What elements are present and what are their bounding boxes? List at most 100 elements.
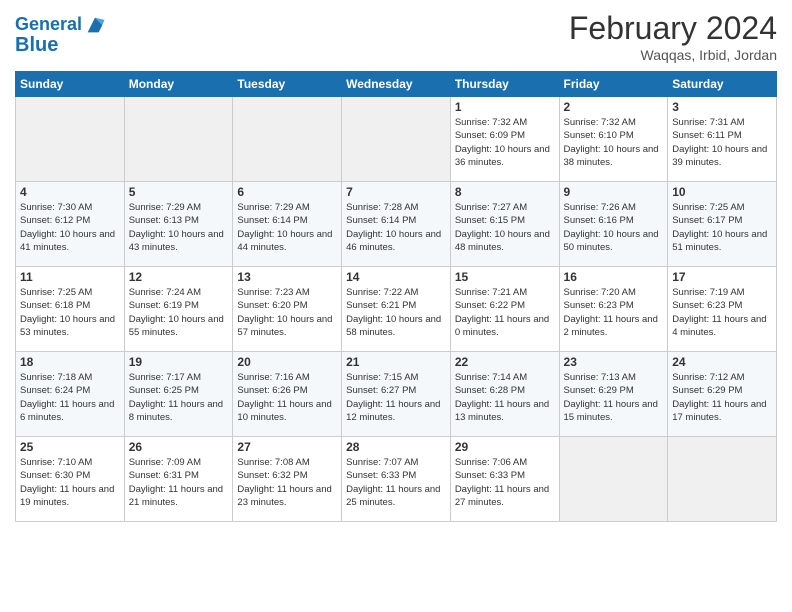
calendar-cell: 15 Sunrise: 7:21 AMSunset: 6:22 PMDayligh…	[450, 267, 559, 352]
day-number: 12	[129, 270, 229, 284]
calendar-week-row: 25 Sunrise: 7:10 AMSunset: 6:30 PMDayligh…	[16, 437, 777, 522]
day-number: 22	[455, 355, 555, 369]
day-number: 25	[20, 440, 120, 454]
day-info: Sunrise: 7:23 AMSunset: 6:20 PMDaylight:…	[237, 286, 337, 339]
day-number: 14	[346, 270, 446, 284]
weekday-header-cell: Thursday	[450, 72, 559, 97]
weekday-header-cell: Sunday	[16, 72, 125, 97]
day-info: Sunrise: 7:26 AMSunset: 6:16 PMDaylight:…	[564, 201, 664, 254]
calendar-cell: 21 Sunrise: 7:15 AMSunset: 6:27 PMDayligh…	[342, 352, 451, 437]
day-info: Sunrise: 7:15 AMSunset: 6:27 PMDaylight:…	[346, 371, 446, 424]
calendar-cell	[16, 97, 125, 182]
calendar-cell: 28 Sunrise: 7:07 AMSunset: 6:33 PMDayligh…	[342, 437, 451, 522]
weekday-header-cell: Monday	[124, 72, 233, 97]
calendar-week-row: 11 Sunrise: 7:25 AMSunset: 6:18 PMDayligh…	[16, 267, 777, 352]
day-info: Sunrise: 7:25 AMSunset: 6:18 PMDaylight:…	[20, 286, 120, 339]
day-number: 21	[346, 355, 446, 369]
day-number: 26	[129, 440, 229, 454]
day-info: Sunrise: 7:32 AMSunset: 6:10 PMDaylight:…	[564, 116, 664, 169]
day-number: 27	[237, 440, 337, 454]
day-info: Sunrise: 7:32 AMSunset: 6:09 PMDaylight:…	[455, 116, 555, 169]
day-info: Sunrise: 7:07 AMSunset: 6:33 PMDaylight:…	[346, 456, 446, 509]
day-info: Sunrise: 7:10 AMSunset: 6:30 PMDaylight:…	[20, 456, 120, 509]
header: General Blue February 2024 Waqqas, Irbid…	[15, 10, 777, 63]
calendar-cell: 24 Sunrise: 7:12 AMSunset: 6:29 PMDayligh…	[668, 352, 777, 437]
calendar-cell: 1 Sunrise: 7:32 AMSunset: 6:09 PMDaylight…	[450, 97, 559, 182]
weekday-header-cell: Wednesday	[342, 72, 451, 97]
day-number: 15	[455, 270, 555, 284]
calendar-cell	[668, 437, 777, 522]
calendar-body: 1 Sunrise: 7:32 AMSunset: 6:09 PMDaylight…	[16, 97, 777, 522]
calendar-cell: 8 Sunrise: 7:27 AMSunset: 6:15 PMDaylight…	[450, 182, 559, 267]
day-info: Sunrise: 7:24 AMSunset: 6:19 PMDaylight:…	[129, 286, 229, 339]
day-info: Sunrise: 7:30 AMSunset: 6:12 PMDaylight:…	[20, 201, 120, 254]
day-number: 28	[346, 440, 446, 454]
day-number: 1	[455, 100, 555, 114]
day-number: 9	[564, 185, 664, 199]
calendar-cell: 17Sunrise: 7:19 AMSunset: 6:23 PMDayligh…	[668, 267, 777, 352]
day-info: Sunrise: 7:06 AMSunset: 6:33 PMDaylight:…	[455, 456, 555, 509]
calendar-cell	[233, 97, 342, 182]
day-number: 16	[564, 270, 664, 284]
day-info: Sunrise: 7:29 AMSunset: 6:13 PMDaylight:…	[129, 201, 229, 254]
day-info: Sunrise: 7:13 AMSunset: 6:29 PMDaylight:…	[564, 371, 664, 424]
day-number: 8	[455, 185, 555, 199]
day-info: Sunrise: 7:27 AMSunset: 6:15 PMDaylight:…	[455, 201, 555, 254]
day-info: Sunrise: 7:22 AMSunset: 6:21 PMDaylight:…	[346, 286, 446, 339]
calendar-cell: 2 Sunrise: 7:32 AMSunset: 6:10 PMDaylight…	[559, 97, 668, 182]
calendar-cell: 13 Sunrise: 7:23 AMSunset: 6:20 PMDayligh…	[233, 267, 342, 352]
location: Waqqas, Irbid, Jordan	[569, 47, 777, 63]
calendar-cell: 18Sunrise: 7:18 AMSunset: 6:24 PMDayligh…	[16, 352, 125, 437]
day-number: 11	[20, 270, 120, 284]
calendar-cell	[342, 97, 451, 182]
day-number: 24	[672, 355, 772, 369]
day-number: 4	[20, 185, 120, 199]
day-info: Sunrise: 7:20 AMSunset: 6:23 PMDaylight:…	[564, 286, 664, 339]
calendar-table: SundayMondayTuesdayWednesdayThursdayFrid…	[15, 71, 777, 522]
calendar-cell: 23 Sunrise: 7:13 AMSunset: 6:29 PMDayligh…	[559, 352, 668, 437]
calendar-cell	[124, 97, 233, 182]
calendar-cell: 25 Sunrise: 7:10 AMSunset: 6:30 PMDayligh…	[16, 437, 125, 522]
page-container: General Blue February 2024 Waqqas, Irbid…	[0, 0, 792, 532]
calendar-cell: 4 Sunrise: 7:30 AMSunset: 6:12 PMDaylight…	[16, 182, 125, 267]
title-block: February 2024 Waqqas, Irbid, Jordan	[569, 10, 777, 63]
calendar-cell: 16 Sunrise: 7:20 AMSunset: 6:23 PMDayligh…	[559, 267, 668, 352]
day-info: Sunrise: 7:21 AMSunset: 6:22 PMDaylight:…	[455, 286, 555, 339]
day-info: Sunrise: 7:16 AMSunset: 6:26 PMDaylight:…	[237, 371, 337, 424]
calendar-cell: 6 Sunrise: 7:29 AMSunset: 6:14 PMDaylight…	[233, 182, 342, 267]
day-info: Sunrise: 7:31 AMSunset: 6:11 PMDaylight:…	[672, 116, 772, 169]
day-info: Sunrise: 7:19 AMSunset: 6:23 PMDaylight:…	[672, 286, 772, 339]
weekday-header-cell: Saturday	[668, 72, 777, 97]
logo: General Blue	[15, 14, 106, 56]
calendar-cell: 11 Sunrise: 7:25 AMSunset: 6:18 PMDayligh…	[16, 267, 125, 352]
day-number: 23	[564, 355, 664, 369]
day-number: 6	[237, 185, 337, 199]
calendar-cell: 9 Sunrise: 7:26 AMSunset: 6:16 PMDaylight…	[559, 182, 668, 267]
calendar-cell: 27Sunrise: 7:08 AMSunset: 6:32 PMDayligh…	[233, 437, 342, 522]
day-info: Sunrise: 7:09 AMSunset: 6:31 PMDaylight:…	[129, 456, 229, 509]
calendar-cell: 12 Sunrise: 7:24 AMSunset: 6:19 PMDayligh…	[124, 267, 233, 352]
calendar-cell: 22 Sunrise: 7:14 AMSunset: 6:28 PMDayligh…	[450, 352, 559, 437]
calendar-cell: 29 Sunrise: 7:06 AMSunset: 6:33 PMDayligh…	[450, 437, 559, 522]
month-title: February 2024	[569, 10, 777, 47]
day-number: 2	[564, 100, 664, 114]
calendar-cell: 26 Sunrise: 7:09 AMSunset: 6:31 PMDayligh…	[124, 437, 233, 522]
day-info: Sunrise: 7:25 AMSunset: 6:17 PMDaylight:…	[672, 201, 772, 254]
logo-icon	[84, 14, 106, 36]
calendar-cell: 7Sunrise: 7:28 AMSunset: 6:14 PMDaylight…	[342, 182, 451, 267]
calendar-cell	[559, 437, 668, 522]
day-info: Sunrise: 7:29 AMSunset: 6:14 PMDaylight:…	[237, 201, 337, 254]
day-info: Sunrise: 7:17 AMSunset: 6:25 PMDaylight:…	[129, 371, 229, 424]
calendar-week-row: 18Sunrise: 7:18 AMSunset: 6:24 PMDayligh…	[16, 352, 777, 437]
calendar-cell: 19Sunrise: 7:17 AMSunset: 6:25 PMDayligh…	[124, 352, 233, 437]
day-number: 13	[237, 270, 337, 284]
calendar-cell: 20 Sunrise: 7:16 AMSunset: 6:26 PMDayligh…	[233, 352, 342, 437]
day-info: Sunrise: 7:18 AMSunset: 6:24 PMDaylight:…	[20, 371, 120, 424]
logo-text: General	[15, 15, 82, 35]
day-info: Sunrise: 7:14 AMSunset: 6:28 PMDaylight:…	[455, 371, 555, 424]
weekday-header-cell: Tuesday	[233, 72, 342, 97]
day-number: 20	[237, 355, 337, 369]
day-number: 29	[455, 440, 555, 454]
day-info: Sunrise: 7:12 AMSunset: 6:29 PMDaylight:…	[672, 371, 772, 424]
day-number: 10	[672, 185, 772, 199]
